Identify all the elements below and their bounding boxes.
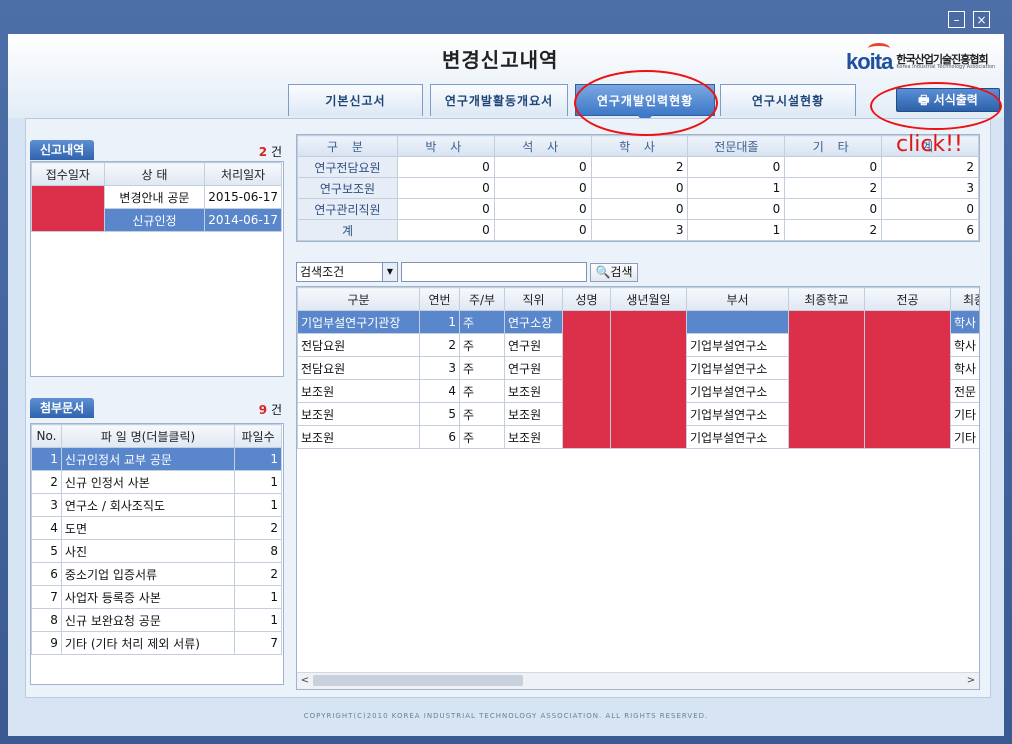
page-title: 변경신고내역 [442,48,559,72]
printer-icon: 🖶 [918,93,930,107]
col-processed-date: 처리일자 [204,162,282,186]
search-condition-select[interactable]: 검색조건 ▼ [296,262,398,282]
attachments-header: 첨부문서 9 건 [30,398,282,418]
tab-basic-report[interactable]: 기본신고서 [288,84,423,116]
chevron-down-icon: ▼ [382,263,397,281]
scroll-right-icon[interactable]: > [964,674,978,688]
table-row[interactable]: 8 신규 보완요청 공문 1 [31,608,282,632]
table-row[interactable]: 4 도면 2 [31,516,282,540]
table-row[interactable]: 5 사진 8 [31,539,282,563]
print-form-button[interactable]: 🖶 서식출력 [896,88,1000,112]
tab-rnd-staff-label: 연구개발인력현황 [596,94,694,108]
table-row[interactable]: 9 기타 (기타 처리 제외 서류) 7 [31,631,282,655]
table-row[interactable]: 6 중소기업 입증서류 2 [31,562,282,586]
logo-mark: koita [846,43,893,75]
table-row-selected[interactable]: 1 신규인정서 교부 공문 1 [31,447,282,471]
table-row: 연구관리직원 000 000 [297,198,979,220]
tab-rnd-staff[interactable]: 연구개발인력현황 [575,84,715,123]
table-row[interactable]: 3 연구소 / 회사조직도 1 [31,493,282,517]
search-icon: 🔍 [595,265,611,279]
redacted-birthdate [610,310,687,449]
staff-table: 구분 연번 주/부 직위 성명 생년월일 부서 최종학교 전공 최종 기업부설연… [296,286,980,690]
attachments-title: 첨부문서 [30,398,95,418]
header: 변경신고내역 koita 한국산업기술진흥협회 Korea Industrial… [8,34,1004,123]
table-row: 계 003 126 [297,219,979,241]
tab-bar: 기본신고서 연구개발활동개요서 연구개발인력현황 연구시설현황 [8,84,1004,123]
horizontal-scrollbar[interactable]: < > [297,672,979,689]
table-row[interactable]: 7 사업자 등록증 사본 1 [31,585,282,609]
title-bar: – × [0,0,1012,34]
reports-count: 2 건 [258,145,282,159]
footer-copyright: COPYRIGHT(C)2010 KOREA INDUSTRIAL TECHNO… [303,712,709,720]
reports-title: 신고내역 [30,140,95,160]
col-received-date: 접수일자 [31,162,105,186]
tab-facilities[interactable]: 연구시설현황 [720,84,856,116]
reports-header: 신고내역 2 건 [30,140,282,160]
search-button[interactable]: 🔍검색 [590,263,638,282]
table-row: 연구보조원 000 123 [297,177,979,199]
redacted-school [788,310,865,449]
reports-table: 접수일자 상 태 처리일자 변경안내 공문 2015-06-17 신규인정 20… [30,161,284,377]
col-no: No. [31,424,62,448]
tab-rnd-overview[interactable]: 연구개발활동개요서 [430,84,568,116]
table-row: 연구전담요원 002 002 [297,156,979,178]
minimize-button[interactable]: – [948,11,965,28]
table-row[interactable]: 변경안내 공문 2015-06-17 [31,185,282,232]
search-input[interactable] [401,262,587,282]
annotation-click-text: click!! [896,132,963,157]
redacted-name [562,310,611,449]
logo-english-name: Korea Industrial Technology Association [896,64,996,70]
redacted-date [31,185,105,232]
scroll-left-icon[interactable]: < [298,674,312,688]
attachments-table: No. 파 일 명(더블클릭) 파일수 1 신규인정서 교부 공문 1 2 신규 인정… [30,423,284,685]
attachments-count: 9 건 [258,403,282,417]
col-file-count: 파일수 [234,424,282,448]
staff-summary-table: 구 분 박 사 석 사 학 사 전문대졸 기 타 계 연구전담요원 002 00… [296,134,980,242]
col-file-name: 파 일 명(더블클릭) [60,424,236,448]
table-row[interactable]: 2 신규 인정서 사본 1 [31,470,282,494]
col-status: 상 태 [103,162,206,186]
redacted-major [864,310,951,449]
koita-logo: koita 한국산업기술진흥협회 Korea Industrial Techno… [846,43,996,75]
table-row-selected[interactable]: 기업부설연구기관장 1 주 연구소장 학사 [297,310,979,449]
close-button[interactable]: × [973,11,990,28]
scrollbar-thumb[interactable] [313,675,523,686]
